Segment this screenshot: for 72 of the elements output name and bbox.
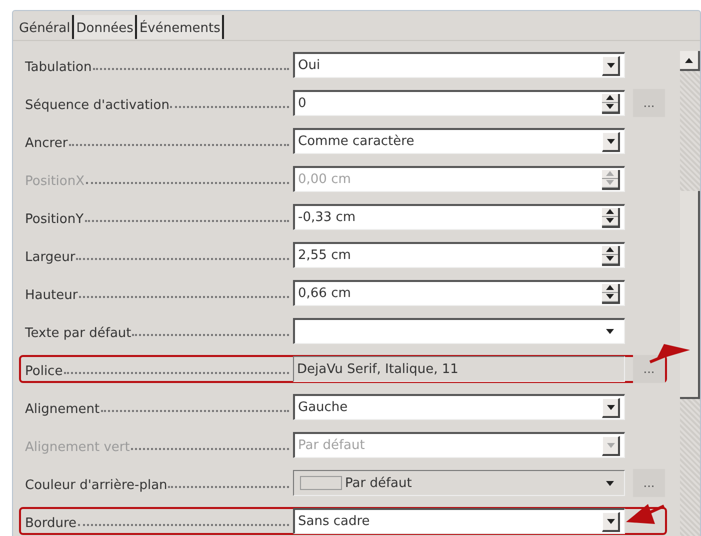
down-arrow-icon [606, 329, 614, 334]
scroll-up-button[interactable] [680, 51, 700, 71]
field-value: Comme caractère [297, 134, 416, 149]
spin-buttons[interactable] [602, 208, 620, 228]
field-value: Par défaut [344, 476, 413, 490]
property-label: Couleur d'arrière-plan [25, 478, 168, 495]
down-arrow-icon [606, 62, 614, 68]
spin-buttons[interactable] [602, 246, 620, 266]
dropdown-button[interactable] [602, 398, 620, 418]
combo-field[interactable] [293, 318, 625, 344]
dropdown-field[interactable]: Comme caractère [293, 128, 625, 154]
up-arrow-icon [606, 95, 614, 100]
down-arrow-icon [606, 218, 614, 223]
ellipsis-button[interactable]: ... [633, 469, 665, 497]
spin-field[interactable]: 0,66 cm [293, 280, 625, 306]
property-label: Tabulation [25, 60, 92, 77]
tab[interactable]: Général [17, 15, 74, 39]
property-label: PositionX [25, 174, 85, 191]
up-arrow-icon [606, 209, 614, 214]
tab[interactable]: Événements [137, 15, 224, 39]
scrollbar[interactable] [680, 51, 700, 536]
field-value: Oui [297, 58, 322, 73]
spin-field[interactable]: 2,55 cm [293, 242, 625, 268]
down-arrow-icon [606, 138, 614, 144]
up-arrow-icon [606, 247, 614, 252]
dropdown-field[interactable]: Sans cadre [293, 508, 625, 534]
field-value: Par défaut [297, 438, 366, 453]
property-label: Largeur [25, 250, 76, 267]
font-field[interactable]: DejaVu Serif, Italique, 11 [293, 356, 625, 382]
down-arrow-icon [606, 294, 614, 299]
down-arrow-icon [606, 480, 614, 486]
spin-buttons[interactable] [602, 284, 620, 304]
property-label: Bordure [25, 516, 77, 533]
property-label: Séquence d'activation [25, 98, 170, 115]
property-label: Texte par défaut [25, 326, 132, 343]
field-value: 0,66 cm [297, 286, 352, 301]
field-value: Gauche [297, 400, 349, 415]
color-swatch [300, 476, 342, 490]
down-arrow-icon [606, 256, 614, 261]
property-label: Hauteur [25, 288, 78, 305]
dropdown-button[interactable] [602, 56, 620, 76]
scroll-thumb[interactable] [680, 191, 700, 399]
spin-buttons[interactable] [602, 94, 620, 114]
dropdown-button[interactable] [602, 512, 620, 532]
tab[interactable]: Données [74, 15, 138, 39]
field-value: DejaVu Serif, Italique, 11 [296, 362, 460, 376]
field-value: 0 [297, 96, 308, 111]
up-arrow-icon [606, 285, 614, 290]
down-arrow-icon [606, 518, 614, 524]
up-arrow-icon [606, 171, 614, 176]
property-label: Ancrer [25, 136, 68, 153]
dropdown-button[interactable] [602, 132, 620, 152]
down-arrow-icon [606, 442, 614, 448]
down-arrow-icon [606, 180, 614, 185]
up-arrow-icon [685, 58, 694, 62]
dropdown-field[interactable]: Oui [293, 52, 625, 78]
ellipsis-button[interactable]: ... [633, 355, 665, 383]
property-label: PositionY [25, 212, 84, 229]
ellipsis-button[interactable]: ... [633, 89, 665, 117]
dropdown-field[interactable]: Gauche [293, 394, 625, 420]
field-value: Sans cadre [297, 514, 371, 529]
property-label: Police [25, 364, 63, 381]
down-arrow-icon [606, 104, 614, 109]
field-value: -0,33 cm [297, 210, 357, 225]
color-dropdown[interactable]: Par défaut [293, 470, 625, 496]
property-label: Alignement [25, 402, 100, 419]
property-label: Alignement vert [25, 440, 130, 457]
spin-field[interactable]: -0,33 cm [293, 204, 625, 230]
spin-field[interactable]: 0 [293, 90, 625, 116]
down-arrow-icon [606, 404, 614, 410]
field-value: 0,00 cm [297, 172, 352, 187]
field-value: 2,55 cm [297, 248, 352, 263]
